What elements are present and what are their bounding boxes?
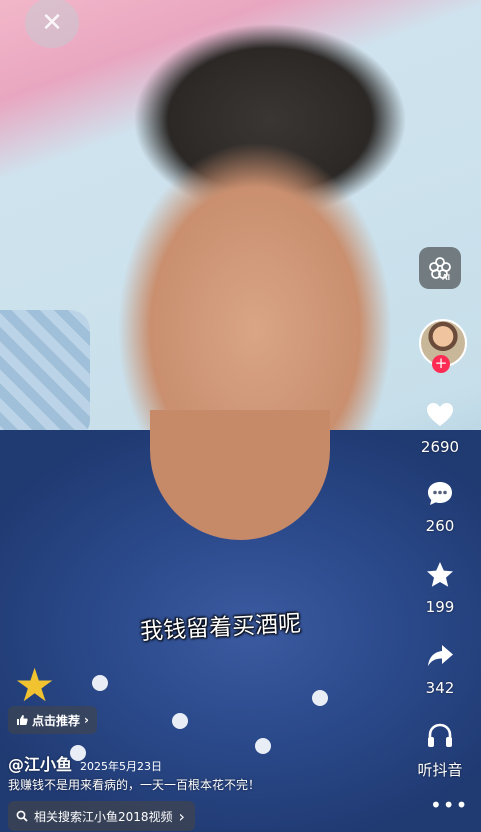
related-search-link[interactable]: 相关搜索江小鱼2018视频 › (8, 801, 195, 831)
follow-button[interactable]: + (432, 355, 450, 373)
post-date: 2025年5月23日 (80, 760, 163, 773)
share-arrow-icon (428, 645, 453, 666)
chevron-right-icon: › (178, 806, 185, 826)
star-decoration: ★ (14, 658, 56, 712)
comment-count: 260 (425, 517, 455, 535)
headphones-icon (428, 723, 452, 747)
shirt-dot (92, 675, 108, 691)
recommend-button[interactable]: 点击推荐 › (8, 706, 97, 734)
post-description[interactable]: 我赚钱不是用来看病的，一天一百根本花不完！ (8, 776, 260, 793)
pillow (0, 310, 90, 440)
close-icon: ✕ (41, 8, 63, 38)
related-search-label: 相关搜索江小鱼2018视频 (34, 809, 173, 824)
shirt-dot (255, 738, 271, 754)
listen-label: 听抖音 (417, 761, 463, 779)
favorite-button[interactable]: 199 (414, 560, 466, 616)
shirt-dot (312, 690, 328, 706)
favorite-count: 199 (425, 598, 455, 616)
listen-button[interactable]: 听抖音 (414, 721, 466, 780)
share-count: 342 (425, 679, 455, 697)
like-count: 2690 (420, 438, 460, 456)
share-button[interactable]: 342 (414, 641, 466, 697)
chevron-right-icon: › (84, 713, 89, 727)
svg-text:AI: AI (442, 273, 450, 281)
author-line: @江小鱼 2025年5月23日 (8, 751, 162, 775)
heart-icon (427, 403, 453, 426)
recommend-label: 点击推荐 (32, 713, 81, 728)
more-options-button[interactable]: ••• (430, 793, 468, 817)
star-icon (427, 562, 453, 587)
thumbs-up-icon (17, 715, 28, 725)
ai-flower-icon: AI (429, 257, 451, 281)
like-button[interactable]: 2690 (414, 400, 466, 456)
comment-icon (428, 482, 452, 505)
search-icon (16, 810, 28, 822)
comment-button[interactable]: 260 (414, 479, 466, 535)
close-button[interactable]: ✕ (25, 0, 79, 48)
ai-button[interactable]: AI (419, 247, 461, 289)
shirt-dot (172, 713, 188, 729)
author-name[interactable]: @江小鱼 (8, 751, 72, 775)
